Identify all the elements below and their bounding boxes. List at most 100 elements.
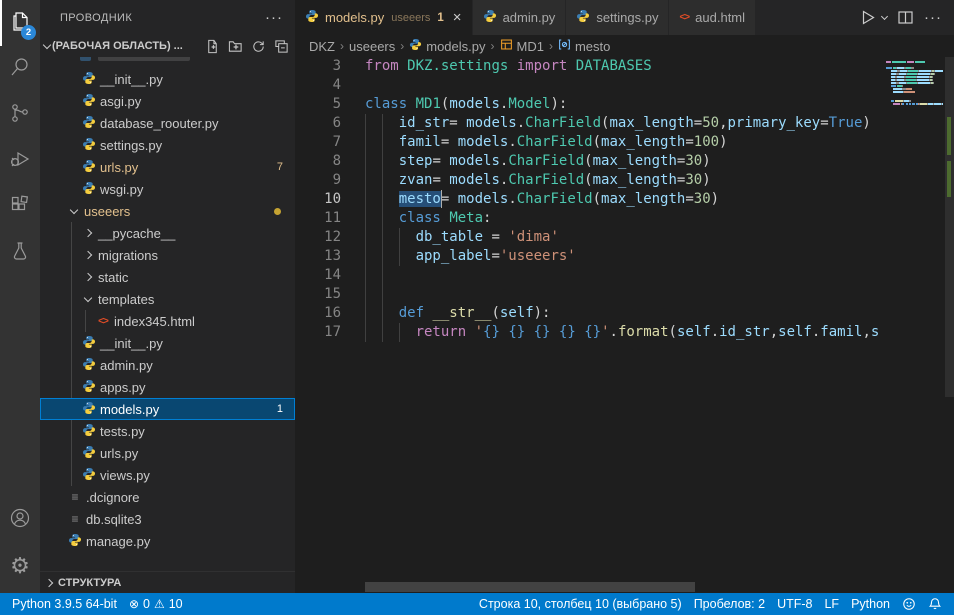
- breadcrumb-label: models.py: [426, 39, 485, 54]
- tree-item-database_roouter.py[interactable]: database_roouter.py: [40, 112, 295, 134]
- status-encoding[interactable]: UTF-8: [771, 593, 818, 615]
- tree-item-__init__.py[interactable]: __init__.py: [40, 68, 295, 90]
- account-icon: [8, 506, 32, 535]
- code-line-7[interactable]: 7 famil= models.CharField(max_length=100…: [295, 133, 954, 152]
- status-notifications[interactable]: [922, 593, 948, 615]
- activity-item-search[interactable]: [0, 46, 40, 92]
- new-file-icon[interactable]: [205, 39, 220, 54]
- tree-item-migrations[interactable]: migrations: [40, 244, 295, 266]
- tree-item-useeers[interactable]: useeers: [40, 200, 295, 222]
- tree-item-models.py[interactable]: models.py1: [40, 398, 295, 420]
- new-folder-icon[interactable]: [228, 39, 243, 54]
- code-line-15[interactable]: 15: [295, 285, 954, 304]
- tree-item-label: useeers: [84, 204, 130, 219]
- tree-item-__pycache__[interactable]: __pycache__: [40, 222, 295, 244]
- tree-item-asgi.py[interactable]: asgi.py: [40, 90, 295, 112]
- code-line-16[interactable]: 16 def __str__(self):: [295, 304, 954, 323]
- status-python-interpreter[interactable]: Python 3.9.5 64-bit: [6, 593, 123, 615]
- code-line-9[interactable]: 9 zvan= models.CharField(max_length=30): [295, 171, 954, 190]
- tree-item-urls.py[interactable]: urls.py7: [40, 156, 295, 178]
- tree-item-tests.py[interactable]: tests.py: [40, 420, 295, 442]
- code-line-8[interactable]: 8 step= models.CharField(max_length=30): [295, 152, 954, 171]
- status-language-mode[interactable]: Python: [845, 593, 896, 615]
- status-bar: Python 3.9.5 64-bit ⊗ 0 ⚠ 10 Строка 10, …: [0, 593, 954, 615]
- feedback-icon: [902, 597, 916, 611]
- code-line-5[interactable]: 5class MD1(models.Model):: [295, 95, 954, 114]
- refresh-icon[interactable]: [251, 39, 266, 54]
- tree-item-settings.py[interactable]: settings.py: [40, 134, 295, 156]
- tree-item-__init__.py[interactable]: __init__.py: [40, 332, 295, 354]
- code-line-13[interactable]: 13 app_label='useeers': [295, 247, 954, 266]
- tab-models.py[interactable]: models.pyuseeers1×: [295, 0, 473, 35]
- breadcrumb-useeers[interactable]: useeers: [349, 39, 395, 54]
- tree-item-apps.py[interactable]: apps.py: [40, 376, 295, 398]
- activity-item-source-control[interactable]: [0, 92, 40, 138]
- status-indentation[interactable]: Пробелов: 2: [688, 593, 771, 615]
- status-cursor-position[interactable]: Строка 10, столбец 10 (выбрано 5): [473, 593, 688, 615]
- tree-item-.dcignore[interactable]: ≡.dcignore: [40, 486, 295, 508]
- tab-aud.html[interactable]: <>aud.html: [669, 0, 756, 35]
- problems-badge: 7: [277, 161, 283, 173]
- activity-item-testing[interactable]: [0, 230, 40, 276]
- minimap[interactable]: [883, 57, 945, 593]
- outline-section-header[interactable]: СТРУКТУРА: [40, 571, 295, 593]
- breadcrumb-separator: ›: [491, 39, 495, 53]
- tree-item-label: wsgi.py: [100, 182, 143, 197]
- code-line-12[interactable]: 12 db_table = 'dima': [295, 228, 954, 247]
- vertical-scrollbar[interactable]: [945, 57, 954, 593]
- breadcrumb-models.py[interactable]: models.py: [409, 38, 485, 54]
- activity-item-run-debug[interactable]: [0, 138, 40, 184]
- activity-item-extensions[interactable]: [0, 184, 40, 230]
- code-line-11[interactable]: 11 class Meta:: [295, 209, 954, 228]
- code-line-3[interactable]: 3from DKZ.settings import DATABASES: [295, 57, 954, 76]
- tree-item-views.py[interactable]: views.py: [40, 464, 295, 486]
- code-line-14[interactable]: 14: [295, 266, 954, 285]
- tree-item-wsgi.py[interactable]: wsgi.py: [40, 178, 295, 200]
- tab-admin.py[interactable]: admin.py: [473, 0, 567, 35]
- tree-item-static[interactable]: static: [40, 266, 295, 288]
- tab-settings.py[interactable]: settings.py: [566, 0, 669, 35]
- tree-item-label: settings.py: [100, 138, 162, 153]
- code-line-10[interactable]: 10 mesto= models.CharField(max_length=30…: [295, 190, 954, 209]
- python-icon: [82, 181, 96, 198]
- flask-icon: [8, 239, 32, 268]
- run-dropdown-chevron-icon[interactable]: [881, 13, 888, 20]
- code-line-17[interactable]: 17 return '{} {} {} {} {}'.format(self.i…: [295, 323, 954, 342]
- code-line-4[interactable]: 4: [295, 76, 954, 95]
- status-problems[interactable]: ⊗ 0 ⚠ 10: [123, 593, 189, 615]
- workspace-section-header[interactable]: (РАБОЧАЯ ОБЛАСТЬ) ...: [40, 35, 295, 57]
- line-number: 4: [295, 76, 341, 95]
- collapse-all-icon[interactable]: [274, 39, 289, 54]
- explorer-sidebar: ПРОВОДНИК ··· (РАБОЧАЯ ОБЛАСТЬ) ... __in…: [40, 0, 295, 593]
- activity-item-account[interactable]: [0, 497, 40, 543]
- split-editor-button[interactable]: [897, 9, 914, 26]
- python-icon: [82, 335, 96, 352]
- line-number: 15: [295, 285, 341, 304]
- status-feedback[interactable]: [896, 593, 922, 615]
- activity-item-settings[interactable]: ⚙: [0, 543, 40, 589]
- tree-item-manage.py[interactable]: manage.py: [40, 530, 295, 552]
- tree-item-urls.py[interactable]: urls.py: [40, 442, 295, 464]
- python-icon: [483, 9, 497, 26]
- code-area: 3from DKZ.settings import DATABASES45cla…: [295, 57, 954, 593]
- tree-item-db.sqlite3[interactable]: ≡db.sqlite3: [40, 508, 295, 530]
- breadcrumb-DKZ[interactable]: DKZ: [309, 39, 335, 54]
- editor-more-actions-button[interactable]: ···: [924, 9, 942, 26]
- status-eol[interactable]: LF: [818, 593, 845, 615]
- tree-item-templates[interactable]: templates: [40, 288, 295, 310]
- tree-item-admin.py[interactable]: admin.py: [40, 354, 295, 376]
- python-icon: [82, 115, 96, 132]
- python-icon: [82, 423, 96, 440]
- html-icon: <>: [98, 316, 108, 327]
- code-line-6[interactable]: 6 id_str= models.CharField(max_length=50…: [295, 114, 954, 133]
- horizontal-scrollbar-thumb[interactable]: [365, 582, 695, 592]
- breadcrumb-mesto[interactable]: mesto: [558, 38, 610, 54]
- explorer-more-actions-icon[interactable]: ···: [265, 9, 283, 26]
- python-icon: [68, 533, 82, 550]
- breadcrumb-MD1[interactable]: MD1: [500, 38, 544, 54]
- activity-item-explorer[interactable]: 2: [0, 0, 40, 46]
- close-icon[interactable]: ×: [453, 10, 462, 25]
- run-python-file-button[interactable]: [859, 9, 876, 26]
- vertical-scrollbar-thumb[interactable]: [945, 57, 954, 397]
- tree-item-index345.html[interactable]: <>index345.html: [40, 310, 295, 332]
